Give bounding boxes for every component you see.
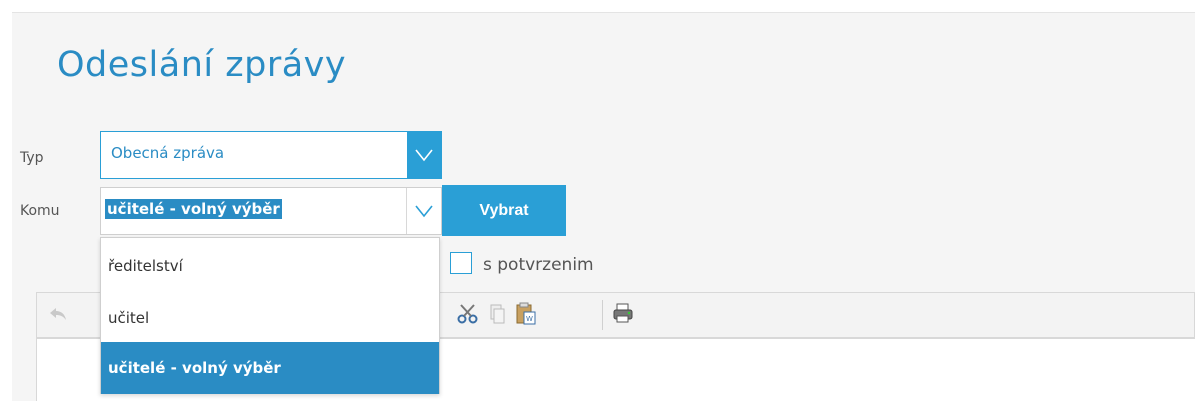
print-icon[interactable] xyxy=(612,302,634,329)
dropdown-option-ucitel[interactable]: učitel xyxy=(101,292,439,344)
komu-label: Komu xyxy=(20,203,60,219)
dropdown-option-reditelstvi[interactable]: ředitelství xyxy=(101,240,439,292)
vybrat-button[interactable]: Vybrat xyxy=(442,185,566,236)
undo-icon[interactable] xyxy=(48,305,68,328)
confirm-label: s potvrzenim xyxy=(483,255,594,275)
top-strip xyxy=(0,0,1195,12)
option-label: ředitelství xyxy=(108,257,183,275)
toolbar-separator xyxy=(602,300,603,330)
chevron-down-icon[interactable] xyxy=(406,188,441,234)
page-header: Odeslání zprávy xyxy=(12,12,1195,113)
option-label: učitelé - volný výběr xyxy=(108,359,281,377)
svg-text:W: W xyxy=(526,315,533,323)
komu-select-value: učitelé - volný výběr xyxy=(105,199,282,219)
copy-icon[interactable] xyxy=(488,303,506,330)
page-title: Odeslání zprávy xyxy=(57,45,347,85)
typ-select-value: Obecná zpráva xyxy=(111,144,225,162)
dropdown-option-ucitele-volny-vyber[interactable]: učitelé - volný výběr xyxy=(101,342,439,394)
paste-from-word-icon[interactable]: W xyxy=(515,302,537,331)
option-label: učitel xyxy=(108,309,150,327)
typ-select[interactable]: Obecná zpráva xyxy=(100,131,442,179)
cut-icon[interactable] xyxy=(457,303,479,330)
confirm-checkbox[interactable] xyxy=(450,252,472,274)
typ-label: Typ xyxy=(20,150,44,166)
chevron-down-icon[interactable] xyxy=(407,131,441,179)
komu-select[interactable]: učitelé - volný výběr xyxy=(100,187,442,235)
komu-dropdown-list: ředitelství učitel učitelé - volný výběr xyxy=(100,237,440,394)
